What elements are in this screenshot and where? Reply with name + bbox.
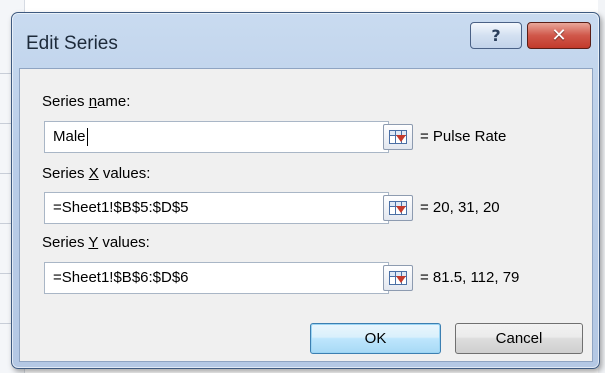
series-y-label: Series Y values: (42, 234, 150, 251)
close-button[interactable]: ✕ (527, 22, 591, 49)
series-x-input[interactable]: =Sheet1!$B$5:$D$5 (44, 192, 389, 224)
cancel-button[interactable]: Cancel (455, 323, 583, 354)
edit-series-dialog: Edit Series ? ✕ Series name: Male = Puls… (11, 12, 600, 369)
series-x-label: Series X values: (42, 165, 151, 182)
series-y-result: = 81.5, 112, 79 (420, 269, 520, 286)
series-x-result: = 20, 31, 20 (420, 199, 500, 216)
series-x-range-button[interactable] (383, 195, 413, 221)
series-name-range-button[interactable] (383, 124, 413, 150)
help-button[interactable]: ? (470, 22, 522, 49)
help-icon: ? (491, 26, 501, 45)
dialog-title: Edit Series (26, 33, 118, 54)
close-icon: ✕ (551, 25, 567, 46)
series-name-label: Series name: (42, 93, 131, 110)
dialog-body: Series name: Male = Pulse Rate Series X … (19, 68, 593, 362)
series-name-input[interactable]: Male (44, 121, 389, 153)
series-name-result: = Pulse Rate (420, 128, 507, 145)
series-y-range-button[interactable] (383, 265, 413, 291)
text-cursor (86, 128, 88, 147)
title-bar[interactable]: Edit Series ? ✕ (12, 13, 599, 65)
ok-button[interactable]: OK (310, 323, 441, 354)
series-y-input[interactable]: =Sheet1!$B$6:$D$6 (44, 262, 389, 294)
